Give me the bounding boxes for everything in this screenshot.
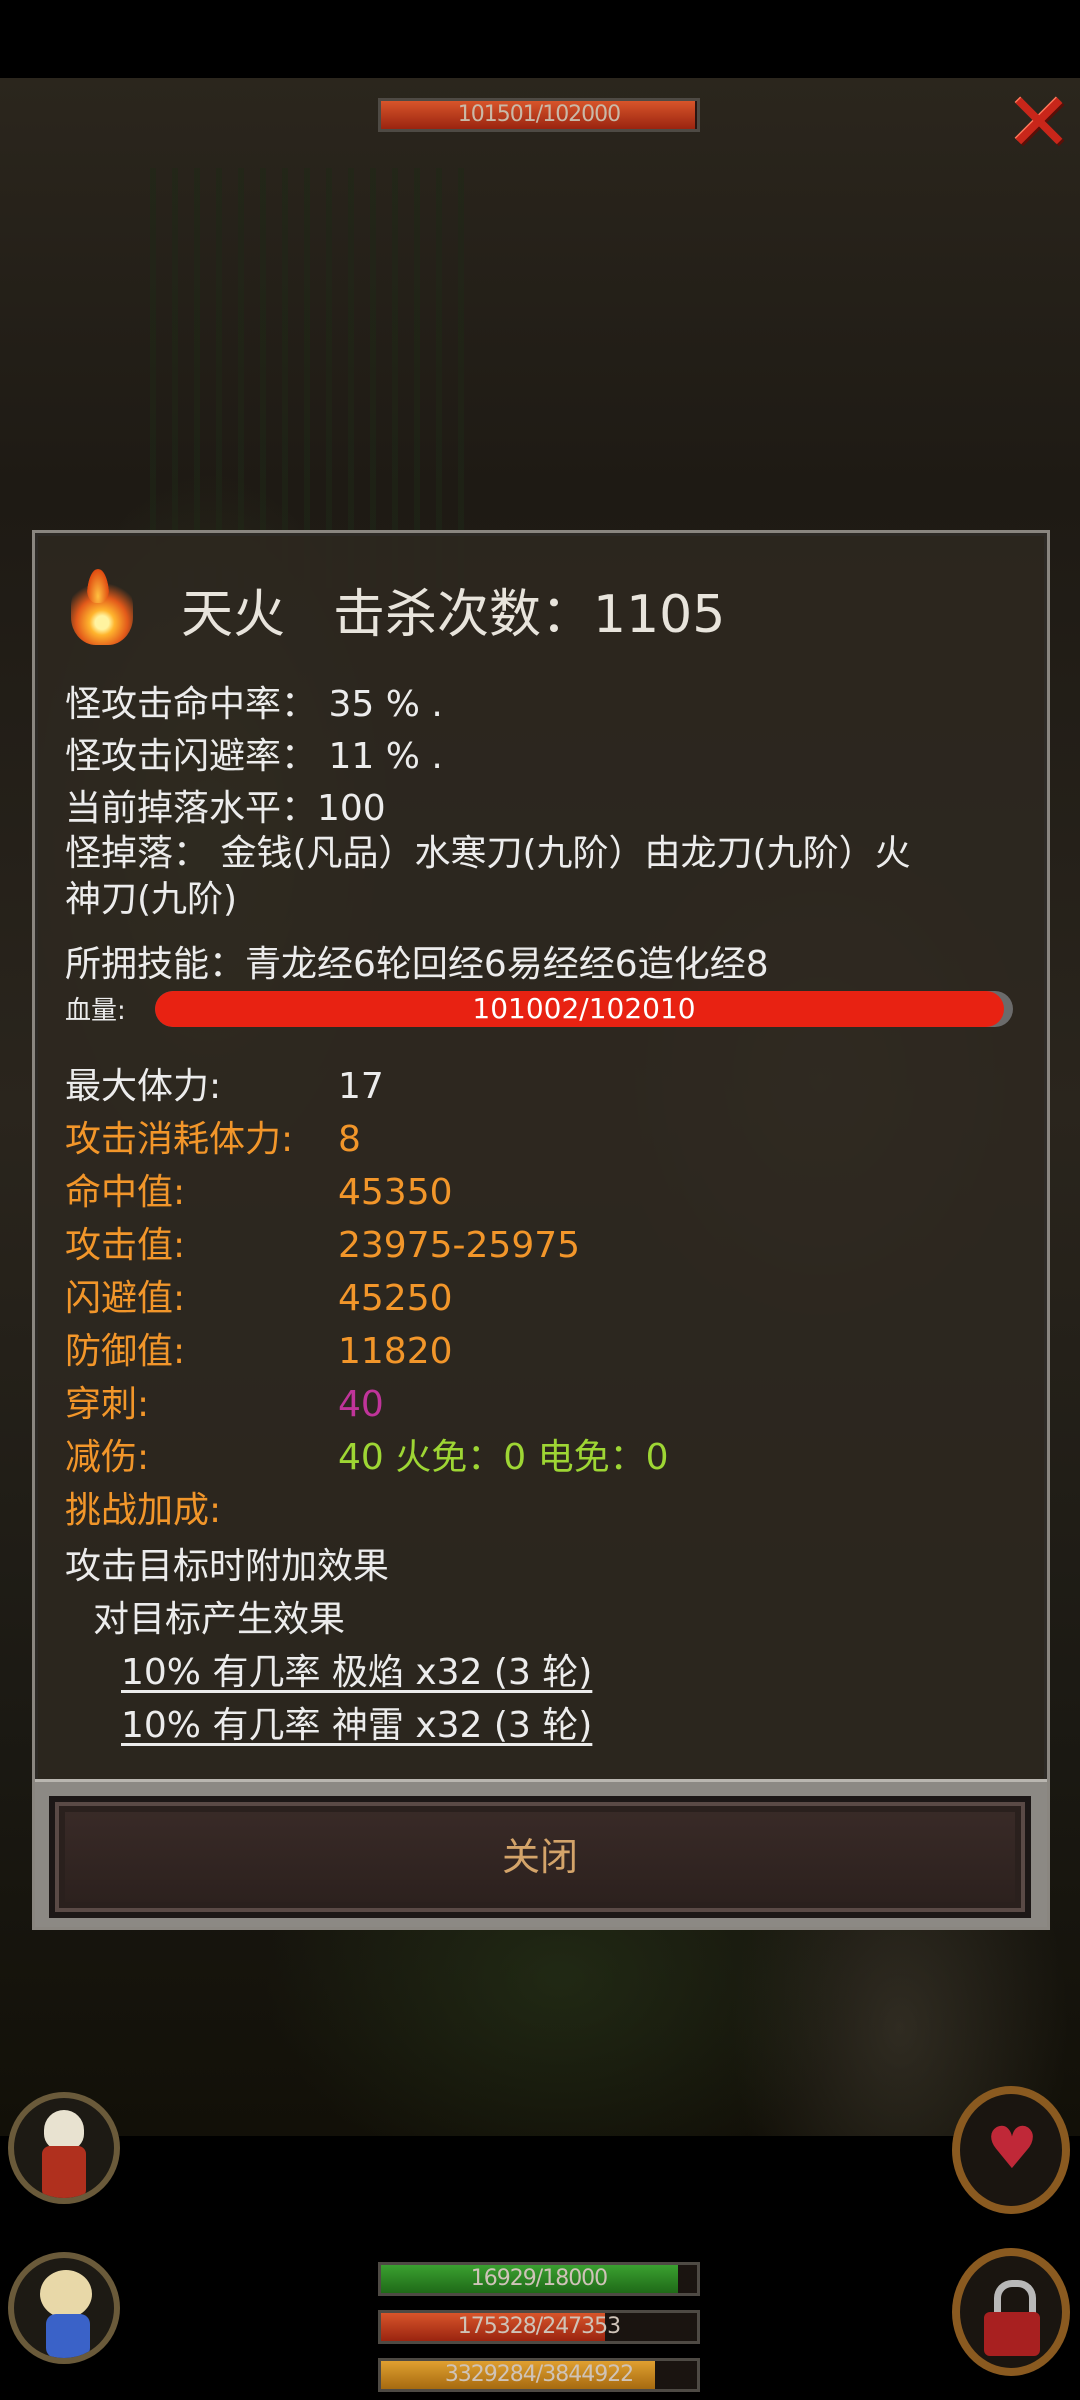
stat-label: 攻击值: xyxy=(65,1225,186,1266)
stat-value: 23975-25975 xyxy=(338,1225,581,1266)
player-hp-bar: 16929/18000 xyxy=(378,2262,700,2296)
stat-label: 挑战加成: xyxy=(65,1490,222,1531)
player-exp-bar: 3329284/3844922 xyxy=(378,2358,700,2392)
enemy-hp-bar: 101501/102000 xyxy=(378,98,700,132)
heart-button[interactable]: ♥ xyxy=(952,2086,1070,2214)
stat-value: 17 xyxy=(338,1066,384,1107)
hero-body xyxy=(46,2314,90,2358)
kill-count: 击杀次数：1105 xyxy=(333,585,726,645)
player-exp-text: 3329284/3844922 xyxy=(444,2362,634,2387)
hit-rate: 怪攻击命中率： 35 % . xyxy=(65,684,443,725)
hero-head xyxy=(40,2270,92,2318)
monster-hp-text: 101002/102010 xyxy=(472,992,696,1025)
status-bar xyxy=(0,0,1080,78)
drop-line-2: 神刀(九阶) xyxy=(65,879,238,920)
stat-value: 11820 xyxy=(338,1331,453,1372)
hero-avatar[interactable] xyxy=(8,2252,120,2364)
effect-item-2[interactable]: 10% 有几率 神雷 x32 (3 轮) xyxy=(121,1700,592,1752)
player-bar-2: 175328/247353 xyxy=(378,2310,700,2344)
drop-line-1: 怪掉落： 金钱(凡品）水寒刀(九阶）由龙刀(九阶）火 xyxy=(65,833,911,874)
fire-icon xyxy=(71,569,133,645)
monster-info-dialog: 天火 击杀次数：1105 怪攻击命中率： 35 % . 怪攻击闪避率： 11 %… xyxy=(32,530,1050,1930)
stat-value: 8 xyxy=(338,1119,361,1160)
skills: 所拥技能：青龙经6轮回经6易经经6造化经8 xyxy=(65,944,769,985)
stat-label: 减伤: xyxy=(65,1437,150,1478)
hp-label: 血量: xyxy=(65,996,126,1026)
player-bar-2-text: 175328/247353 xyxy=(457,2314,621,2339)
drop-list: 怪掉落： 金钱(凡品）水寒刀(九阶）由龙刀(九阶）火 神刀(九阶) xyxy=(65,831,1015,923)
skeleton-avatar[interactable] xyxy=(8,2092,120,2204)
effects-title: 攻击目标时附加效果 xyxy=(65,1546,390,1587)
stat-value: 45350 xyxy=(338,1172,453,1213)
stat-label: 穿刺: xyxy=(65,1384,150,1425)
vines-decoration xyxy=(150,168,470,588)
stat-label: 防御值: xyxy=(65,1331,186,1372)
player-hp-text: 16929/18000 xyxy=(470,2266,608,2291)
heart-icon: ♥ xyxy=(986,2114,1038,2182)
stat-value: 40 火免：0 电免：0 xyxy=(338,1437,669,1478)
skull-icon xyxy=(44,2110,84,2150)
skeleton-body xyxy=(42,2146,86,2198)
lock-button[interactable] xyxy=(952,2248,1070,2376)
stat-value: 40 xyxy=(338,1384,384,1425)
button-frame: 关闭 xyxy=(35,1779,1047,1927)
close-x-icon[interactable]: ✕ xyxy=(1005,80,1073,166)
stat-label: 攻击消耗体力: xyxy=(65,1119,294,1160)
close-button[interactable]: 关闭 xyxy=(49,1796,1031,1918)
enemy-hp-text: 101501/102000 xyxy=(457,102,621,127)
stat-label: 命中值: xyxy=(65,1172,186,1213)
lock-icon xyxy=(984,2312,1040,2356)
dodge-rate: 怪攻击闪避率： 11 % . xyxy=(65,736,443,777)
stat-value: 45250 xyxy=(338,1278,453,1319)
effects-sub: 对目标产生效果 xyxy=(93,1599,346,1640)
stat-label: 最大体力: xyxy=(65,1066,222,1107)
effect-item-1[interactable]: 10% 有几率 极焰 x32 (3 轮) xyxy=(121,1647,592,1699)
monster-name: 天火 xyxy=(181,585,286,645)
stat-label: 闪避值: xyxy=(65,1278,186,1319)
monster-hp-bar: 101002/102010 xyxy=(155,991,1013,1027)
drop-level: 当前掉落水平：100 xyxy=(65,788,386,829)
